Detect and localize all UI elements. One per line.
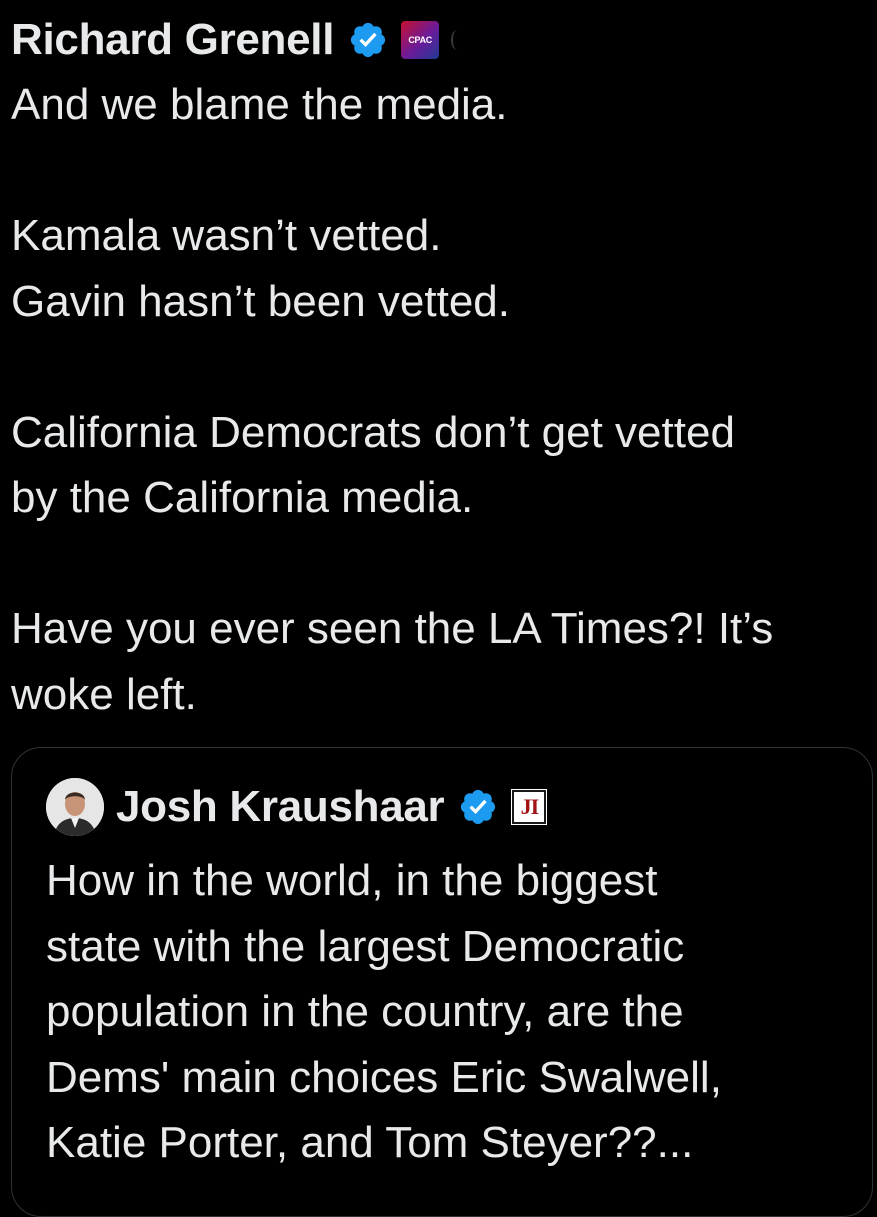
quoted-text-line: state with the largest Democratic [46, 921, 685, 971]
tweet-text-line [11, 531, 871, 597]
tweet-author-row: Richard Grenell CPAC [11, 14, 463, 66]
quoted-author-row: Josh Kraushaar JI [46, 778, 548, 836]
tweet: Richard Grenell CPAC And we blame the me… [0, 0, 877, 1217]
tweet-text-line [11, 138, 871, 204]
quoted-text-line: population in the country, are the [46, 987, 684, 1036]
tweet-text-line: Gavin hasn’t been vetted. [11, 276, 510, 326]
quoted-text-line: Katie Porter, and Tom Steyer??... [46, 1118, 694, 1167]
tweet-text-line: Kamala wasn’t vetted. [11, 211, 442, 260]
quoted-tweet-text: How in the world, in the biggest state w… [46, 848, 866, 1176]
cpac-badge-label: CPAC [408, 35, 432, 45]
verified-icon[interactable] [458, 787, 498, 827]
tweet-text-line: Have you ever seen the LA Times?! It’s [11, 604, 774, 653]
tweet-text: And we blame the media. Kamala wasn’t ve… [11, 72, 871, 727]
ji-affiliate-badge-icon[interactable]: JI [511, 789, 548, 825]
truncated-icon [451, 30, 463, 50]
tweet-text-line: And we blame the media. [11, 80, 508, 129]
tweet-text-line [11, 334, 871, 400]
quoted-text-line: Dems' main choices Eric Swalwell, [46, 1052, 722, 1102]
tweet-text-line: by the California media. [11, 473, 474, 522]
quoted-text-line: How in the world, in the biggest [46, 856, 658, 905]
quoted-tweet-card[interactable]: Josh Kraushaar JI How in the world, in t… [11, 747, 873, 1217]
cpac-affiliate-badge-icon[interactable]: CPAC [401, 21, 440, 59]
tweet-text-line: woke left. [11, 669, 197, 719]
verified-icon[interactable] [348, 20, 388, 60]
tweet-text-line: California Democrats don’t get vetted [11, 407, 735, 457]
quoted-author-name[interactable]: Josh Kraushaar [116, 778, 445, 836]
author-name[interactable]: Richard Grenell [11, 14, 334, 66]
avatar[interactable] [46, 778, 104, 836]
